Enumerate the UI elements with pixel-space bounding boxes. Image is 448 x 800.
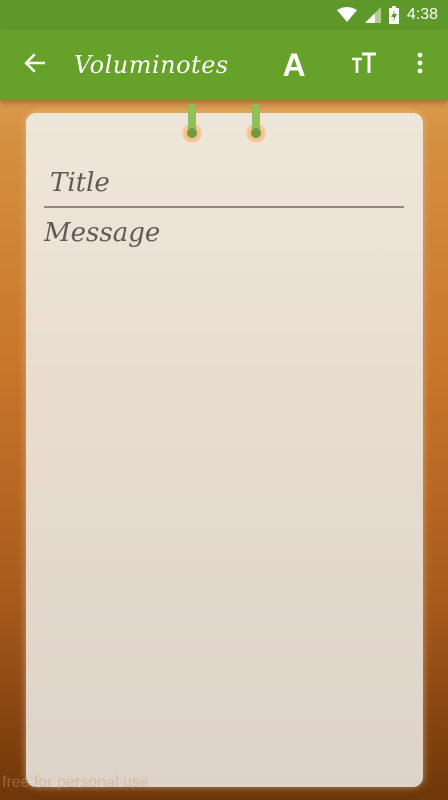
text-size-icon xyxy=(351,52,377,78)
status-time: 4:38 xyxy=(406,6,438,23)
binder-ring-left xyxy=(182,104,202,142)
battery-charging-icon xyxy=(388,6,399,24)
app-title: Voluminotes xyxy=(74,51,229,79)
wifi-icon xyxy=(336,7,357,23)
note-title-input[interactable]: Title xyxy=(44,160,404,208)
app-bar: Voluminotes A xyxy=(0,30,448,100)
more-options-button[interactable] xyxy=(408,30,432,100)
arrow-left-icon xyxy=(23,53,46,77)
cellular-signal-icon xyxy=(364,7,381,23)
note-message-input[interactable]: Message xyxy=(42,214,404,734)
more-vertical-icon xyxy=(417,52,423,78)
text-size-button[interactable] xyxy=(346,30,382,100)
binder-ring-right xyxy=(246,104,266,142)
watermark-text: free for personal use xyxy=(2,774,149,791)
font-button[interactable]: A xyxy=(276,30,312,100)
back-button[interactable] xyxy=(20,51,48,79)
status-bar: 4:38 xyxy=(0,0,448,30)
